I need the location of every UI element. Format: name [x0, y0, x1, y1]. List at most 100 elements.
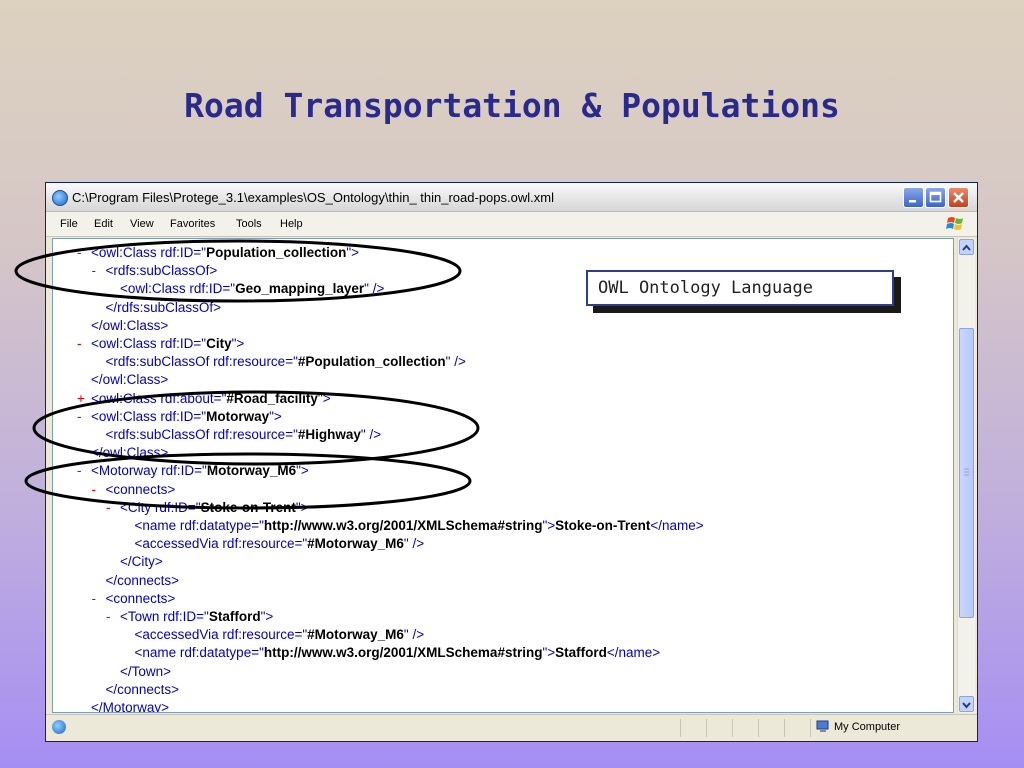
- xml-tag: ">: [269, 408, 282, 424]
- ie-icon: [52, 190, 68, 206]
- xml-line: </owl:Class>: [77, 317, 168, 335]
- xml-tag: " />: [360, 427, 382, 442]
- xml-line: - <owl:Class rdf:ID="Population_collectio…: [77, 244, 359, 262]
- xml-val: Motorway: [206, 408, 270, 424]
- xml-tag: <accessedVia rdf:resource=": [134, 627, 308, 643]
- xml-tag: <owl:Class rdf:ID=": [91, 408, 207, 424]
- browser-window: C:\Program Files\Protege_3.1\examples\OS…: [45, 182, 978, 742]
- xml-tag: <connects>: [105, 481, 176, 497]
- xml-toggle[interactable]: -: [77, 462, 91, 480]
- xml-view[interactable]: - <owl:Class rdf:ID="Population_collectio…: [52, 238, 954, 713]
- xml-toggle[interactable]: -: [92, 590, 106, 608]
- xml-val: Stoke-on-Trent: [200, 499, 296, 515]
- menu-tools[interactable]: Tools: [236, 218, 262, 230]
- xml-line: - <Motorway rdf:ID="Motorway_M6">: [77, 462, 309, 480]
- chevron-up-icon: [962, 244, 971, 251]
- xml-val: City: [206, 336, 232, 351]
- close-button[interactable]: [948, 187, 969, 208]
- xml-line: - <owl:Class rdf:ID="Motorway">: [77, 408, 282, 426]
- minimize-icon: [909, 200, 916, 203]
- maximize-icon: [929, 191, 942, 203]
- xml-val: Motorway_M6: [206, 463, 297, 479]
- xml-val: #Highway: [297, 427, 361, 442]
- maximize-button[interactable]: [925, 187, 946, 208]
- vertical-scrollbar[interactable]: [957, 238, 975, 713]
- xml-tag: <name rdf:datatype=": [134, 518, 264, 533]
- scroll-thumb[interactable]: [959, 328, 974, 618]
- xml-tag: " />: [364, 281, 385, 297]
- xml-val: #Motorway_M6: [307, 536, 404, 552]
- security-zone-label: My Computer: [834, 721, 901, 733]
- xml-tag: ">: [231, 336, 245, 351]
- xml-line: - <Town rdf:ID="Stafford">: [106, 608, 273, 626]
- xml-tag: <owl:Class rdf:ID=": [91, 336, 207, 351]
- xml-line: </connects>: [92, 572, 180, 590]
- xml-tag: </rdfs:subClassOf>: [105, 299, 222, 315]
- xml-tag: <accessedVia rdf:resource=": [134, 536, 308, 552]
- menu-favorites[interactable]: Favorites: [170, 218, 215, 230]
- xml-toggle[interactable]: -: [92, 262, 106, 280]
- xml-toggle[interactable]: -: [106, 608, 120, 626]
- xml-tag: <rdfs:subClassOf rdf:resource=": [105, 427, 298, 442]
- xml-tag: <rdfs:subClassOf>: [105, 263, 218, 279]
- xml-line: </Town>: [106, 663, 171, 681]
- xml-tag: ">: [260, 609, 274, 624]
- xml-toggle[interactable]: -: [106, 499, 120, 517]
- xml-txt: Stafford: [555, 645, 607, 661]
- xml-line: <accessedVia rdf:resource="#Motorway_M6"…: [121, 535, 425, 553]
- xml-tag: </Town>: [120, 663, 172, 679]
- xml-line: - <connects>: [92, 481, 176, 499]
- xml-tag: <Motorway rdf:ID=": [91, 463, 207, 479]
- xml-tag: </City>: [120, 554, 163, 570]
- status-bar: My Computer: [46, 714, 977, 741]
- xml-val: Population_collection: [206, 245, 347, 260]
- slide-title: Road Transportation & Populations: [184, 86, 840, 125]
- xml-tag: </Motorway>: [91, 700, 170, 713]
- scroll-down-button[interactable]: [959, 696, 974, 712]
- xml-tag: <owl:Class rdf:about=": [91, 390, 227, 406]
- minimize-button[interactable]: [903, 187, 924, 208]
- xml-val: Geo_mapping_layer: [235, 281, 365, 297]
- xml-toggle[interactable]: -: [77, 335, 91, 353]
- xml-val: http://www.w3.org/2001/XMLSchema#string: [263, 518, 543, 533]
- xml-line: </rdfs:subClassOf>: [92, 299, 222, 317]
- xml-tag: <Town rdf:ID=": [120, 609, 209, 624]
- xml-line: </owl:Class>: [77, 444, 168, 462]
- xml-line: + <owl:Class rdf:about="#Road_facility">: [77, 390, 331, 408]
- xml-line: </owl:Class>: [77, 371, 168, 389]
- xml-tag: ">: [295, 499, 309, 515]
- xml-toggle[interactable]: -: [92, 481, 106, 499]
- xml-toggle[interactable]: -: [77, 408, 91, 426]
- xml-tag: " />: [403, 536, 425, 552]
- xml-tag: </name>: [606, 645, 661, 661]
- menu-help[interactable]: Help: [280, 218, 303, 230]
- owl-callout-box: OWL Ontology Language: [586, 270, 894, 306]
- xml-line: </Motorway>: [77, 699, 170, 713]
- xml-val: #Population_collection: [297, 354, 446, 370]
- menu-view[interactable]: View: [130, 218, 154, 230]
- xml-tag: <name rdf:datatype=": [134, 645, 264, 661]
- xml-line: </City>: [106, 553, 163, 571]
- menu-file[interactable]: File: [60, 218, 78, 230]
- xml-toggle[interactable]: -: [77, 244, 91, 262]
- grip-icon: [964, 468, 969, 476]
- xml-tag: ">: [317, 390, 331, 406]
- xml-tag: <rdfs:subClassOf rdf:resource=": [105, 354, 298, 370]
- xml-tag: </name>: [650, 518, 704, 533]
- xml-tag: ">: [296, 463, 309, 479]
- xml-line: - <City rdf:ID="Stoke-on-Trent">: [106, 499, 309, 517]
- menu-edit[interactable]: Edit: [94, 218, 113, 230]
- xml-toggle[interactable]: +: [77, 390, 91, 408]
- xml-line: <rdfs:subClassOf rdf:resource="#Populati…: [92, 353, 466, 371]
- xml-tag: <connects>: [105, 590, 176, 606]
- xml-val: Stafford: [208, 609, 261, 624]
- window-titlebar[interactable]: C:\Program Files\Protege_3.1\examples\OS…: [46, 183, 977, 212]
- page-status-icon: [52, 720, 66, 734]
- xml-line: - <owl:Class rdf:ID="City">: [77, 335, 244, 353]
- xml-tag: " />: [403, 627, 425, 643]
- xml-line: <name rdf:datatype="http://www.w3.org/20…: [121, 644, 661, 662]
- xml-line: <name rdf:datatype="http://www.w3.org/20…: [121, 517, 704, 535]
- scroll-up-button[interactable]: [959, 239, 974, 255]
- window-title: C:\Program Files\Protege_3.1\examples\OS…: [72, 190, 554, 205]
- xml-line: <rdfs:subClassOf rdf:resource="#Highway"…: [92, 426, 382, 444]
